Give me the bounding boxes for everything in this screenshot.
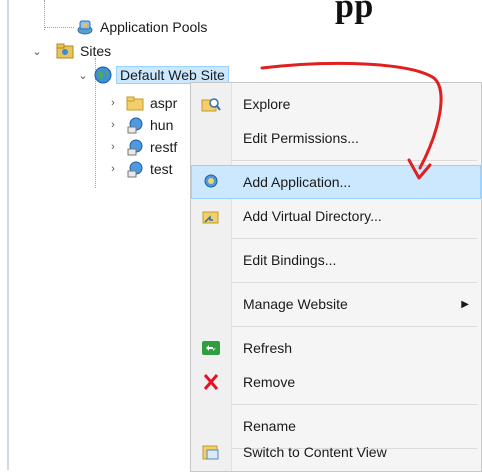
tree-guide-line [44,0,45,30]
menu-item-label: Edit Permissions... [243,130,359,146]
tree-item-sites[interactable]: ⌄ Sites [30,40,111,62]
tree-guide-line [44,27,74,28]
submenu-arrow-icon: ▶ [461,298,469,310]
chevron-down-icon[interactable]: ⌄ [30,44,44,58]
tree-item-label: aspr [150,95,178,111]
add-application-icon [201,173,221,191]
app-pools-icon [76,18,94,36]
chevron-right-icon[interactable]: › [106,118,120,132]
chevron-down-icon[interactable]: ⌄ [76,68,90,82]
tree-item-child[interactable]: › restf [106,136,177,158]
tree-item-child[interactable]: › aspr [106,92,177,114]
chevron-right-icon[interactable]: › [106,162,120,176]
menu-item-explore[interactable]: Explore [191,87,481,121]
menu-separator [231,238,477,239]
menu-item-label: Add Application... [243,174,352,190]
web-application-icon [126,116,144,134]
menu-item-manage-website[interactable]: Manage Website ▶ [191,287,481,321]
menu-item-edit-permissions[interactable]: Edit Permissions... [191,121,481,155]
menu-item-label: Add Virtual Directory... [243,208,382,224]
tree-item-label: test [150,161,173,177]
tree-item-label: Application Pools [100,19,208,35]
explore-icon [201,95,221,113]
tree-item-child[interactable]: › test [106,158,173,180]
tree-item-label: restf [150,139,178,155]
menu-separator [231,404,477,405]
refresh-icon [201,339,221,357]
menu-separator [231,160,477,161]
menu-item-label: Refresh [243,340,293,356]
context-menu: Explore Edit Permissions... Add Applicat… [190,82,482,472]
menu-item-remove[interactable]: Remove [191,365,481,399]
menu-item-label: Switch to Content View [243,444,387,460]
add-virtual-directory-icon [201,207,221,225]
globe-icon [94,66,112,84]
chevron-right-icon[interactable]: › [106,96,120,110]
menu-item-label: Remove [243,374,296,390]
menu-item-label: Manage Website [243,296,348,312]
menu-item-add-virtual-directory[interactable]: Add Virtual Directory... [191,199,481,233]
menu-item-add-application[interactable]: Add Application... [191,165,481,199]
menu-item-switch-to-content-view[interactable]: Switch to Content View [191,435,481,469]
menu-item-label: Edit Bindings... [243,252,337,268]
tree-item-application-pools[interactable]: Application Pools [76,16,207,38]
menu-item-refresh[interactable]: Refresh [191,331,481,365]
folder-icon [126,94,144,112]
menu-item-edit-bindings[interactable]: Edit Bindings... [191,243,481,277]
menu-item-label: Explore [243,96,291,112]
web-application-icon [126,138,144,156]
content-view-icon [201,443,221,461]
menu-item-label: Rename [243,418,296,434]
web-application-icon [126,160,144,178]
menu-separator [231,326,477,327]
menu-separator [231,282,477,283]
remove-icon [201,373,221,391]
tree-item-label: Sites [80,43,112,59]
tree-item-child[interactable]: › hun [106,114,173,136]
tree-item-label: hun [150,117,174,133]
sites-folder-icon [56,42,74,60]
chevron-right-icon[interactable]: › [106,140,120,154]
